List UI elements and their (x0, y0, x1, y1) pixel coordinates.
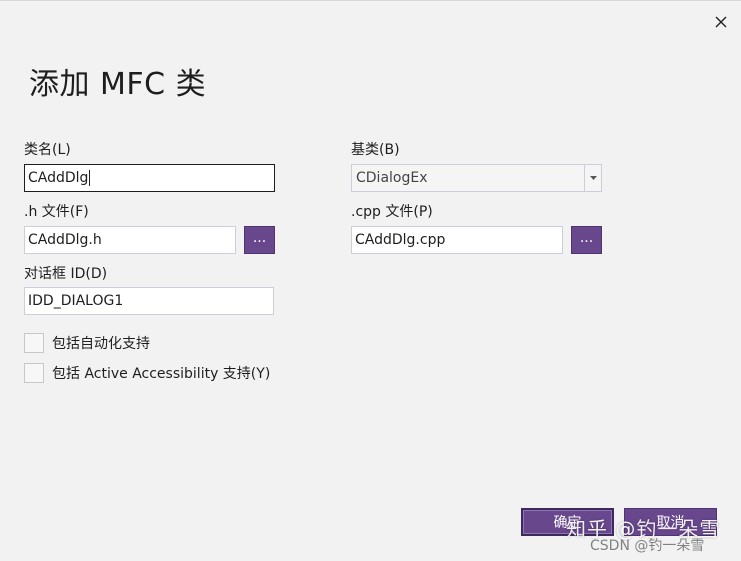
base-class-label: 基类(B) (351, 142, 400, 158)
cpp-file-input[interactable]: CAddDlg.cpp (351, 226, 563, 254)
close-button[interactable] (708, 9, 734, 35)
dialog-id-label: 对话框 ID(D) (24, 266, 108, 282)
accessibility-option[interactable]: 包括 Active Accessibility 支持(Y) (24, 363, 270, 383)
cancel-button[interactable]: 取消 (624, 508, 717, 536)
h-file-value: CAddDlg.h (28, 232, 102, 248)
dropdown-arrow-button[interactable] (584, 165, 601, 191)
accessibility-checkbox[interactable] (24, 363, 44, 383)
h-file-browse-button[interactable]: ... (244, 226, 275, 254)
dialog-id-input[interactable]: IDD_DIALOG1 (24, 287, 274, 315)
h-file-input[interactable]: CAddDlg.h (24, 226, 236, 254)
cpp-file-value: CAddDlg.cpp (355, 232, 446, 248)
h-file-label: .h 文件(F) (24, 204, 89, 220)
text-caret (89, 170, 91, 186)
close-icon (715, 16, 727, 28)
cpp-file-label: .cpp 文件(P) (351, 204, 433, 220)
dialog-id-value: IDD_DIALOG1 (28, 293, 124, 309)
cpp-file-browse-button[interactable]: ... (571, 226, 602, 254)
base-class-value: CDialogEx (356, 170, 428, 186)
base-class-select[interactable]: CDialogEx (351, 164, 602, 192)
add-mfc-class-dialog: 添加 MFC 类 类名(L) CAddDlg 基类(B) CDialogEx .… (0, 0, 741, 561)
automation-option[interactable]: 包括自动化支持 (24, 333, 150, 353)
class-name-input[interactable]: CAddDlg (24, 164, 275, 192)
dialog-title: 添加 MFC 类 (29, 67, 207, 102)
ok-button[interactable]: 确定 (521, 508, 614, 536)
accessibility-label: 包括 Active Accessibility 支持(Y) (52, 366, 271, 382)
class-name-label: 类名(L) (24, 142, 71, 158)
csdn-watermark: CSDN @钓一朵雪 (590, 538, 705, 554)
automation-checkbox[interactable] (24, 333, 44, 353)
class-name-value: CAddDlg (28, 170, 89, 186)
automation-label: 包括自动化支持 (52, 336, 150, 352)
chevron-down-icon (589, 176, 597, 180)
